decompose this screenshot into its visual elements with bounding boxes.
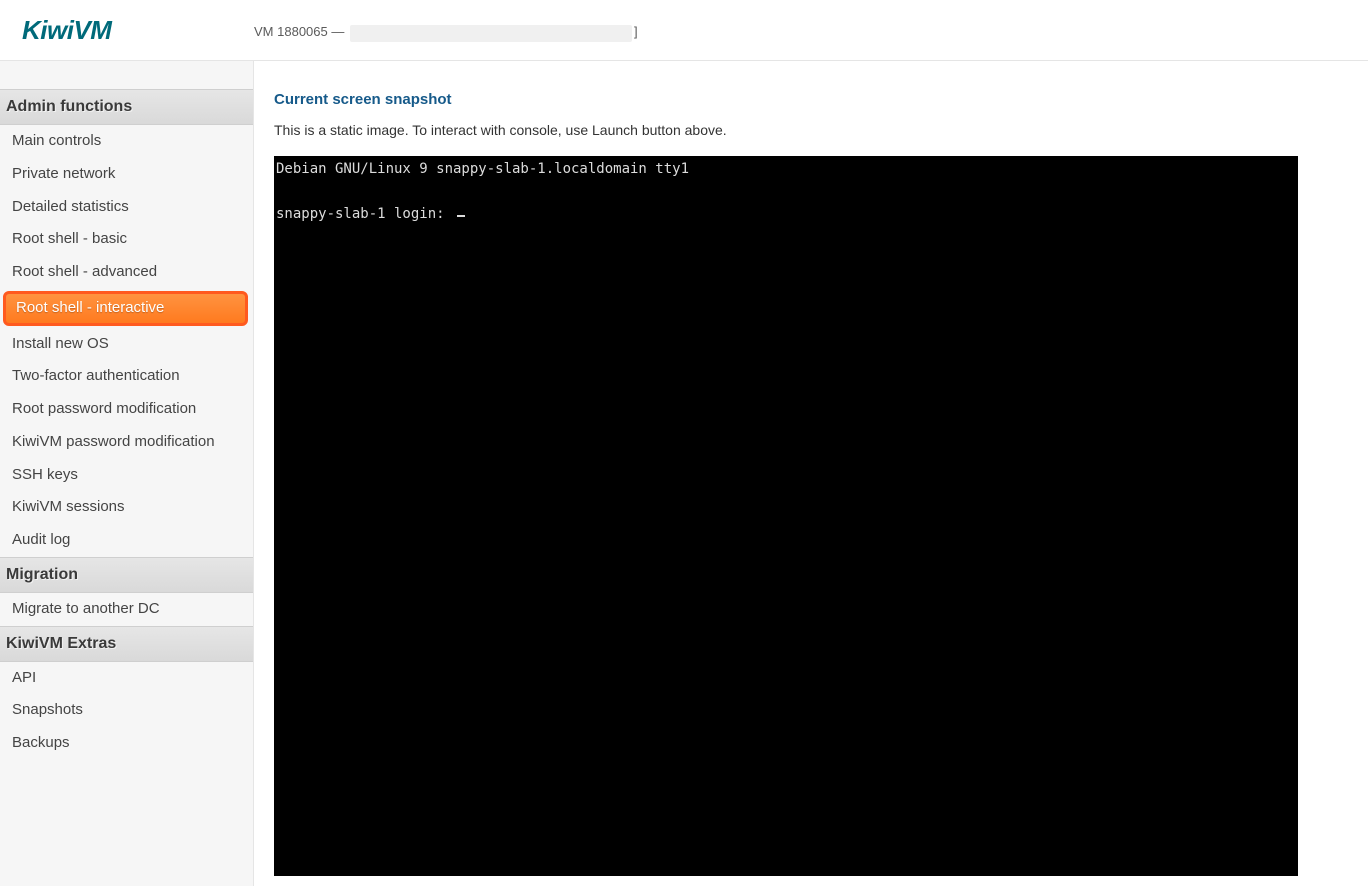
sidebar-section-admin: Admin functions bbox=[0, 89, 253, 125]
content: Current screen snapshot This is a static… bbox=[254, 61, 1368, 896]
sidebar-item-two-factor-auth[interactable]: Two-factor authentication bbox=[0, 360, 253, 393]
sidebar-item-snapshots[interactable]: Snapshots bbox=[0, 694, 253, 727]
sidebar-section-extras: KiwiVM Extras bbox=[0, 626, 253, 662]
content-heading: Current screen snapshot bbox=[274, 91, 1348, 108]
sidebar-item-private-network[interactable]: Private network bbox=[0, 158, 253, 191]
sidebar-item-audit-log[interactable]: Audit log bbox=[0, 524, 253, 557]
sidebar-item-ssh-keys[interactable]: SSH keys bbox=[0, 459, 253, 492]
sidebar-section-migration: Migration bbox=[0, 557, 253, 593]
logo[interactable]: KiwiVM bbox=[0, 15, 254, 46]
sidebar-item-detailed-statistics[interactable]: Detailed statistics bbox=[0, 191, 253, 224]
console-line-2: snappy-slab-1 login: bbox=[276, 206, 445, 222]
vm-label-sep: — bbox=[328, 24, 348, 39]
sidebar-item-main-controls[interactable]: Main controls bbox=[0, 125, 253, 158]
sidebar-item-kiwivm-password-mod[interactable]: KiwiVM password modification bbox=[0, 426, 253, 459]
content-subtext: This is a static image. To interact with… bbox=[274, 122, 1348, 138]
sidebar-item-api[interactable]: API bbox=[0, 662, 253, 695]
sidebar-item-root-password-mod[interactable]: Root password modification bbox=[0, 393, 253, 426]
sidebar-item-migrate-dc[interactable]: Migrate to another DC bbox=[0, 593, 253, 626]
console-cursor-icon bbox=[457, 215, 465, 217]
sidebar-item-backups[interactable]: Backups bbox=[0, 727, 253, 760]
sidebar-item-root-shell-advanced[interactable]: Root shell - advanced bbox=[0, 256, 253, 289]
vm-label-suffix: ] bbox=[634, 24, 638, 39]
sidebar-item-kiwivm-sessions[interactable]: KiwiVM sessions bbox=[0, 491, 253, 524]
console-screenshot: Debian GNU/Linux 9 snappy-slab-1.localdo… bbox=[274, 156, 1298, 876]
vm-label-prefix: VM bbox=[254, 24, 277, 39]
sidebar-item-install-new-os[interactable]: Install new OS bbox=[0, 328, 253, 361]
layout: Admin functions Main controls Private ne… bbox=[0, 61, 1368, 896]
sidebar-spacer bbox=[0, 61, 253, 89]
vm-name-redacted bbox=[350, 25, 632, 42]
sidebar-item-root-shell-interactive[interactable]: Root shell - interactive bbox=[3, 291, 248, 326]
sidebar-item-root-shell-basic[interactable]: Root shell - basic bbox=[0, 223, 253, 256]
header: KiwiVM VM 1880065 — ] bbox=[0, 0, 1368, 61]
vm-id: 1880065 bbox=[277, 24, 328, 39]
vm-info: VM 1880065 — ] bbox=[254, 18, 638, 41]
sidebar: Admin functions Main controls Private ne… bbox=[0, 61, 254, 886]
console-line-1: Debian GNU/Linux 9 snappy-slab-1.localdo… bbox=[276, 161, 689, 177]
